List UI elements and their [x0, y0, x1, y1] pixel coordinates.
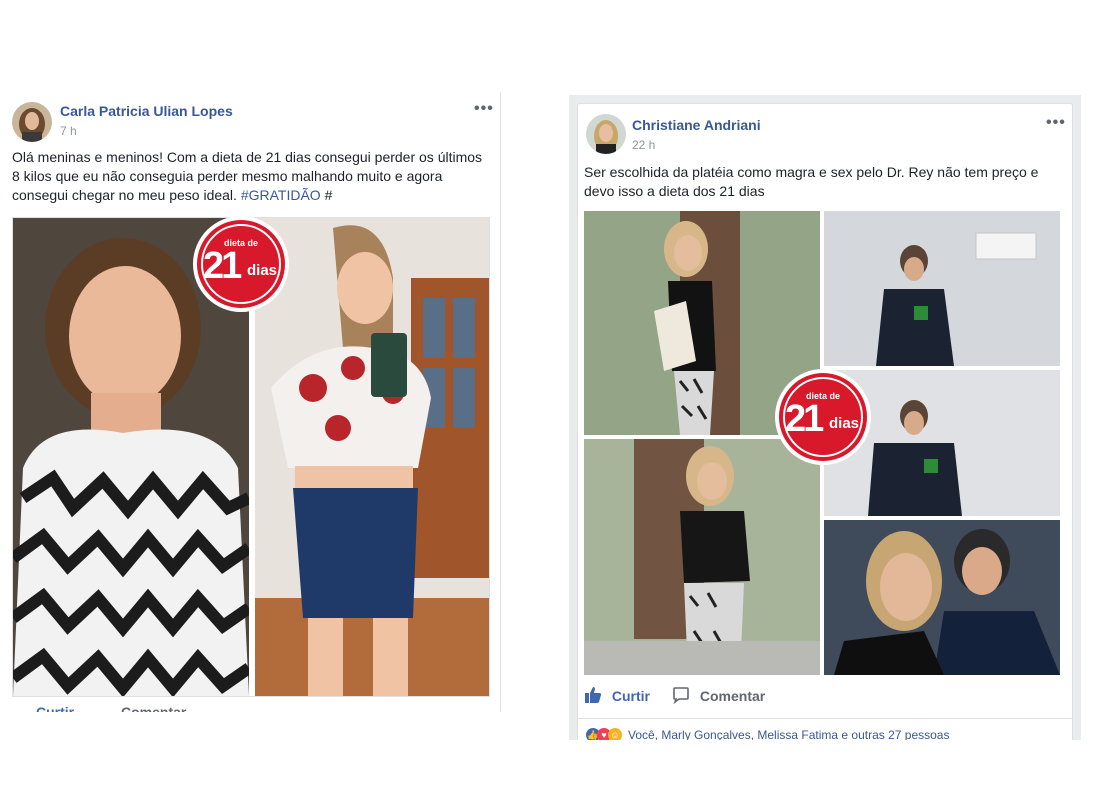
hashtag-suffix: #	[320, 187, 333, 203]
reactions-names[interactable]: Você, Marly Gonçalves, Melissa Fatima e …	[628, 728, 949, 740]
badge-word: dias	[247, 262, 278, 279]
badge-number: 21	[785, 398, 824, 440]
more-options-icon[interactable]: •••	[1046, 114, 1066, 132]
post-text: Ser escolhida da platéia como magra e se…	[584, 164, 1039, 199]
feed-post-christiane: Christiane Andriani 22 h ••• Ser escolhi…	[577, 103, 1073, 740]
dieta-21-dias-badge: dieta de 21 dias	[775, 369, 871, 465]
feed-column: Christiane Andriani 22 h ••• Ser escolhi…	[569, 95, 1081, 740]
avatar[interactable]	[586, 114, 626, 154]
dieta-21-dias-badge: dieta de 21 dias	[193, 216, 289, 312]
like-label: Curtir	[611, 688, 651, 704]
comment-label: Comentar	[121, 704, 187, 712]
author-name-link[interactable]: Carla Patricia Ulian Lopes	[60, 103, 233, 119]
avatar[interactable]	[12, 102, 52, 142]
reactions-summary[interactable]: Você, Marly Gonçalves, Melissa Fatima e …	[628, 728, 949, 740]
divider	[578, 718, 1072, 719]
like-label: Curtir	[36, 704, 75, 712]
badge-word: dias	[829, 415, 860, 432]
haha-reaction-icon[interactable]: ☺	[608, 728, 622, 740]
thumbs-up-icon	[585, 687, 601, 703]
comment-button[interactable]: Comentar	[672, 686, 766, 705]
post-timestamp[interactable]: 7 h	[60, 124, 77, 138]
comment-button[interactable]: Comentar	[99, 704, 186, 712]
hashtag-link[interactable]: #GRATIDÃO	[241, 187, 321, 203]
feed-post-carla: Carla Patricia Ulian Lopes 7 h ••• Olá m…	[4, 92, 501, 712]
like-button[interactable]: Curtir	[20, 704, 74, 712]
like-button[interactable]: Curtir	[584, 686, 650, 704]
post-timestamp[interactable]: 22 h	[632, 138, 655, 152]
comment-label: Comentar	[699, 688, 766, 704]
post-text: Olá meninas e meninos! Com a dieta de 21…	[12, 148, 490, 205]
badge-number: 21	[203, 245, 242, 287]
more-options-icon[interactable]: •••	[474, 100, 494, 118]
comment-icon	[673, 687, 689, 705]
author-name-link[interactable]: Christiane Andriani	[632, 117, 761, 133]
